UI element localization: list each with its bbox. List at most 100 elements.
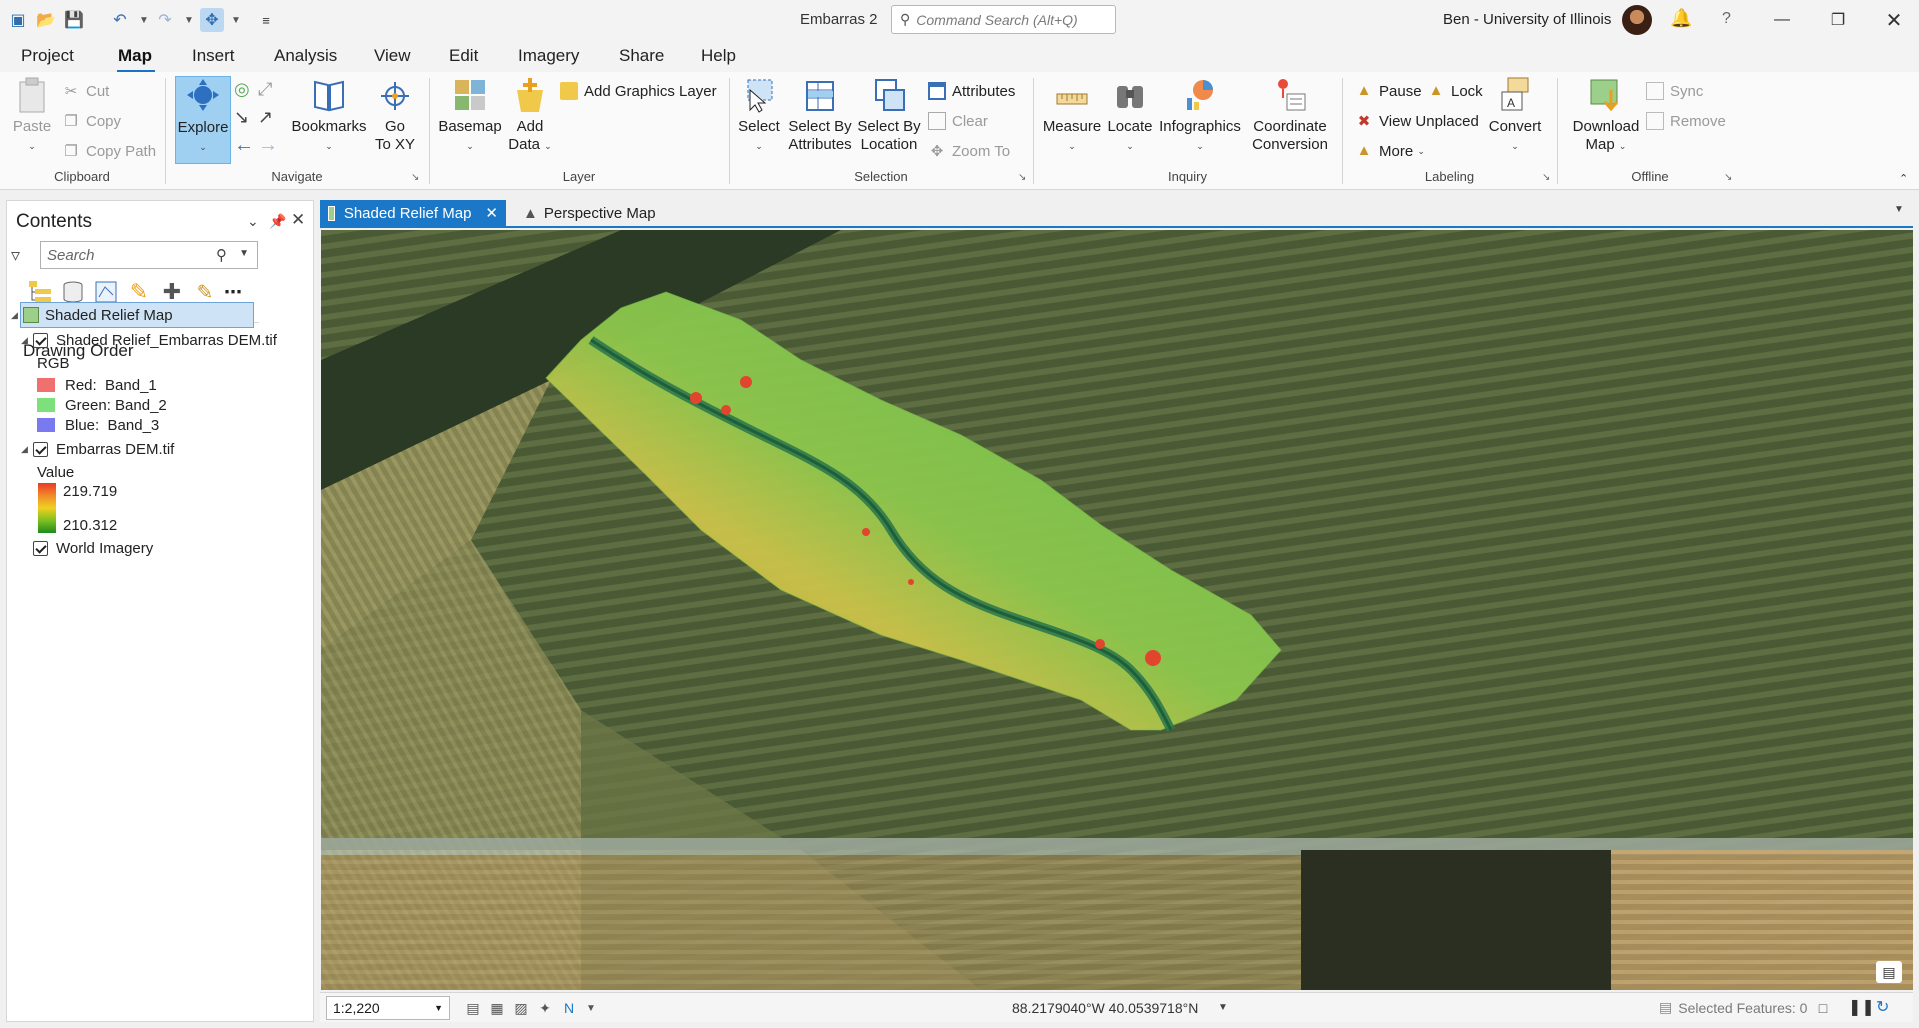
bookmarks-button[interactable]: Bookmarks ⌄ [290, 76, 368, 155]
refresh-icon[interactable]: ↻ [1876, 997, 1889, 1017]
more-labeling-button[interactable]: ▲ More ⌄ [1355, 140, 1425, 162]
basemap-button[interactable]: Basemap ⌄ [438, 76, 502, 155]
previous-extent-icon[interactable]: ← [234, 134, 254, 156]
save-project-icon[interactable]: 💾 [62, 8, 86, 32]
customize-toolbar-icon[interactable]: ≡ [254, 8, 278, 32]
copy-button[interactable]: ❐ Copy [62, 110, 121, 132]
zoom-to-selection-button[interactable]: ✥ Zoom To [928, 140, 1010, 162]
select-button[interactable]: Select ⌄ [736, 76, 782, 155]
layout-icon[interactable]: □ [1814, 999, 1832, 1017]
select-by-attributes-button[interactable]: Select By Attributes [786, 76, 854, 154]
restore-button[interactable]: ❐ [1818, 6, 1858, 34]
redo-icon[interactable]: ↷ [153, 8, 177, 32]
tab-perspective-map[interactable]: ▲ Perspective Map [515, 200, 665, 226]
labeling-launcher-icon[interactable]: ↘ [1542, 172, 1554, 184]
view-list-dropdown-icon[interactable]: ▼ [1894, 204, 1904, 215]
copy-path-button[interactable]: ❐ Copy Path [62, 140, 156, 162]
minimize-button[interactable]: — [1762, 6, 1802, 34]
layer-visibility-checkbox[interactable] [33, 441, 48, 457]
view-unplaced-button[interactable]: ✖ View Unplaced [1355, 110, 1479, 132]
infographics-button[interactable]: Infographics ⌄ [1158, 76, 1242, 155]
tab-shaded-relief-map[interactable]: Shaded Relief Map ✕ [320, 200, 506, 226]
clear-selection-button[interactable]: Clear [928, 110, 988, 132]
help-icon[interactable]: ? [1722, 10, 1731, 28]
elevation-color-ramp[interactable] [38, 483, 56, 533]
remove-offline-button[interactable]: Remove [1646, 110, 1726, 132]
new-project-icon[interactable]: ▣ [6, 8, 30, 32]
layer-visibility-checkbox[interactable] [33, 540, 48, 556]
collapse-ribbon-icon[interactable]: ⌃ [1899, 172, 1908, 185]
close-pane-icon[interactable]: ✕ [291, 210, 305, 230]
undo-icon[interactable]: ↶ [108, 8, 132, 32]
search-options-dropdown-icon[interactable]: ▼ [239, 248, 249, 259]
explore-button[interactable]: Explore ⌄ [175, 76, 231, 164]
zoom-out-fixed-icon[interactable]: ↗ [258, 106, 273, 128]
filter-icon[interactable]: ▿ [11, 245, 20, 266]
snapping-icon[interactable]: ▤ [464, 999, 482, 1017]
tab-share[interactable]: Share [619, 46, 664, 66]
lock-labels-button[interactable]: ▲ Lock [1427, 80, 1483, 102]
pause-labeling-button[interactable]: ▲ Pause [1355, 80, 1422, 102]
full-extent-icon[interactable]: ◎ [234, 78, 250, 100]
convert-labels-button[interactable]: A Convert ⌄ [1485, 76, 1545, 155]
grid-icon[interactable]: ▦ [488, 999, 506, 1017]
map-canvas[interactable] [321, 230, 1913, 990]
contents-search-input[interactable]: Search ⚲ ▼ [40, 241, 258, 269]
pause-drawing-icon[interactable]: ❚❚ [1848, 997, 1875, 1017]
signed-in-user[interactable]: Ben - University of Illinois [1443, 11, 1611, 28]
tab-help[interactable]: Help [701, 46, 736, 66]
collapse-icon[interactable]: ◢ [11, 310, 23, 321]
tree-layer-world-imagery[interactable]: World Imagery [33, 536, 153, 560]
zoom-in-fixed-icon[interactable]: ↘ [234, 106, 249, 128]
tab-edit[interactable]: Edit [449, 46, 478, 66]
map-scale-input[interactable]: 1:2,220 ▼ [326, 996, 450, 1020]
fixed-zoom-icon[interactable]: ⤢ [258, 78, 272, 100]
explore-tool-icon[interactable]: ✥ [200, 8, 224, 32]
measure-button[interactable]: Measure ⌄ [1042, 76, 1102, 155]
download-map-button[interactable]: Download Map ⌄ [1562, 76, 1650, 155]
correction-icon[interactable]: ✦ [536, 999, 554, 1017]
north-arrow-icon[interactable]: N [560, 999, 578, 1017]
selection-launcher-icon[interactable]: ↘ [1018, 172, 1030, 184]
cut-button[interactable]: ✂ Cut [62, 80, 110, 102]
sync-button[interactable]: Sync [1646, 80, 1703, 102]
collapse-icon[interactable]: ◢ [21, 335, 33, 346]
close-tab-icon[interactable]: ✕ [485, 204, 498, 222]
avatar[interactable] [1622, 5, 1652, 35]
attributes-button[interactable]: Attributes [928, 80, 1015, 102]
tab-analysis[interactable]: Analysis [274, 46, 337, 66]
legend-band-blue[interactable]: Blue: Band_3 [37, 413, 159, 437]
paste-button[interactable]: Paste ⌄ [8, 76, 56, 155]
status-options-dropdown-icon[interactable]: ▼ [582, 999, 600, 1017]
go-to-xy-button[interactable]: Go To XY [370, 76, 420, 154]
notifications-bell-icon[interactable]: 🔔 [1670, 8, 1692, 29]
scale-dropdown-icon[interactable]: ▼ [434, 1003, 443, 1013]
next-extent-icon[interactable]: → [258, 134, 278, 156]
navigate-launcher-icon[interactable]: ↘ [411, 172, 423, 184]
select-by-location-button[interactable]: Select By Location [856, 76, 922, 154]
map-rendering[interactable] [321, 230, 1913, 990]
tab-map[interactable]: Map [118, 46, 152, 66]
tab-project[interactable]: Project [21, 46, 74, 66]
coordinate-conversion-button[interactable]: Coordinate Conversion [1248, 76, 1332, 154]
locate-button[interactable]: Locate ⌄ [1106, 76, 1154, 155]
undo-dropdown-icon[interactable]: ▼ [137, 10, 151, 30]
tab-insert[interactable]: Insert [192, 46, 235, 66]
pane-options-icon[interactable]: ⌄ [247, 213, 259, 230]
constraints-icon[interactable]: ▨ [512, 999, 530, 1017]
close-window-button[interactable]: ✕ [1874, 6, 1914, 34]
tree-layer-shaded-relief[interactable]: ◢ Shaded Relief_Embarras DEM.tif [21, 328, 277, 352]
coordinate-format-dropdown-icon[interactable]: ▼ [1218, 1002, 1228, 1013]
selected-features-indicator[interactable]: ▤ Selected Features: 0 [1659, 999, 1807, 1016]
layer-visibility-checkbox[interactable] [33, 332, 48, 348]
add-graphics-layer-button[interactable]: Add Graphics Layer [560, 80, 717, 102]
collapse-icon[interactable]: ◢ [21, 444, 33, 455]
auto-hide-pin-icon[interactable]: 📌 [269, 213, 286, 230]
offline-launcher-icon[interactable]: ↘ [1724, 172, 1736, 184]
explore-dropdown-icon[interactable]: ▼ [229, 10, 243, 30]
tab-imagery[interactable]: Imagery [518, 46, 579, 66]
tree-map-item[interactable]: ◢ Shaded Relief Map [11, 303, 173, 327]
notifications-message-icon[interactable]: ▤ [1876, 961, 1902, 983]
tree-layer-embarras-dem[interactable]: ◢ Embarras DEM.tif [21, 437, 174, 461]
redo-dropdown-icon[interactable]: ▼ [182, 10, 196, 30]
